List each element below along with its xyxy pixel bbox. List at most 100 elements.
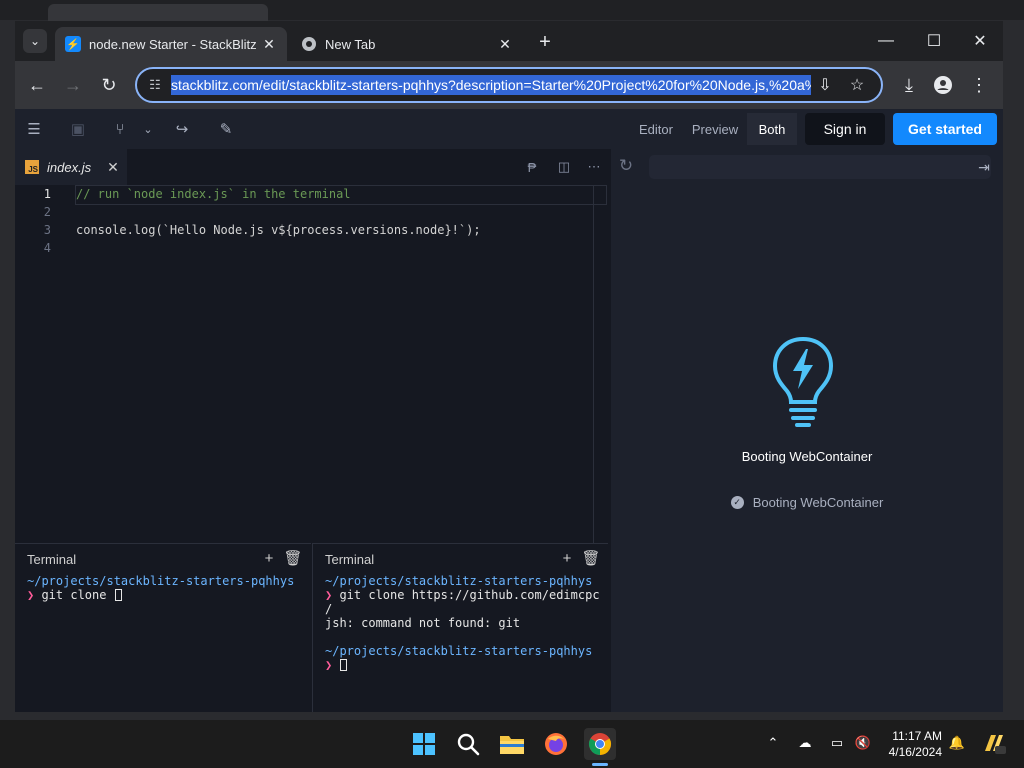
code-line[interactable]: 4 [15, 239, 608, 257]
download-icon[interactable]: ⤓ [895, 71, 923, 99]
preview-reload-icon[interactable]: ↻ [615, 155, 637, 177]
bookmark-star-icon[interactable]: ☆ [845, 73, 869, 97]
editor-scrollbar[interactable] [593, 185, 594, 543]
lightbulb-bolt-icon [771, 335, 835, 431]
cloud-offline-icon[interactable]: ☁ [794, 732, 816, 754]
prettier-icon[interactable]: ₱ [521, 157, 543, 177]
line-text: console.log(`Hello Node.js v${process.ve… [76, 223, 481, 237]
file-tab-label: index.js [47, 159, 92, 175]
edit-pencil-icon[interactable]: ✎ [213, 117, 239, 141]
terminal-command-line: ❯ git clone https://github.com/edimcpc [325, 588, 600, 602]
view-preview-button[interactable]: Preview [687, 113, 743, 145]
line-number: 2 [43, 205, 51, 219]
preview-url-bar[interactable] [649, 155, 991, 179]
prompt-arrow-icon: ❯ [325, 658, 340, 672]
share-icon[interactable]: ↪ [169, 117, 195, 141]
line-number: 1 [43, 187, 51, 201]
fork-icon[interactable]: ⑂ [107, 117, 133, 141]
firefox-icon[interactable] [540, 728, 572, 760]
close-file-icon[interactable]: ✕ [103, 159, 123, 176]
terminal-blank [325, 630, 600, 644]
chevron-down-icon[interactable]: ⌄ [135, 117, 161, 141]
back-button[interactable]: ← [23, 71, 51, 99]
file-explorer-icon[interactable] [496, 728, 528, 760]
view-both-button[interactable]: Both [747, 113, 797, 145]
network-icon[interactable]: ▭ [826, 732, 848, 754]
terminal-error: jsh: command not found: git [325, 616, 521, 630]
system-clock[interactable]: 11:17 AM 4/16/2024 [880, 728, 942, 760]
tab-search-button[interactable]: ⌄ [23, 29, 47, 53]
code-line[interactable]: 3 console.log(`Hello Node.js v${process.… [15, 221, 608, 239]
tab-new-tab[interactable]: New Tab ✕ [291, 27, 523, 61]
chrome-icon[interactable] [584, 728, 616, 760]
notification-bell-icon[interactable]: 🔔 [946, 732, 968, 754]
line-text [51, 239, 76, 257]
terminal-command: git clone [41, 588, 114, 602]
chrome-favicon-icon [301, 36, 317, 52]
tab-title: node.new Starter - StackBlitz [89, 36, 257, 52]
sign-in-button[interactable]: Sign in [805, 113, 885, 145]
code-lines[interactable]: 1 // run `node index.js` in the terminal… [15, 185, 608, 257]
reload-button[interactable]: ↻ [95, 71, 123, 99]
chrome-menu-icon[interactable]: ⋮ [965, 71, 993, 99]
volume-muted-icon[interactable]: 🔇 [852, 732, 874, 754]
line-text [51, 203, 76, 221]
terminal-output[interactable]: ~/projects/stackblitz-starters-pqhhys ❯ … [325, 574, 600, 672]
windows-start-icon[interactable] [408, 728, 440, 760]
close-window-button[interactable]: ✕ [957, 27, 1003, 55]
install-app-icon[interactable]: ⇩ [813, 73, 837, 97]
terminal-path: ~/projects/stackblitz-starters-pqhhys [325, 644, 593, 658]
background-window-tab[interactable] [48, 4, 268, 22]
more-actions-icon[interactable]: ⋯ [583, 157, 605, 177]
new-tab-button[interactable]: + [533, 31, 557, 53]
desktop: ⌄ ⚡ node.new Starter - StackBlitz ✕ New … [0, 0, 1024, 768]
close-tab-icon[interactable]: ✕ [259, 34, 279, 54]
terminal-title: Terminal [27, 552, 77, 567]
terminal-path: ~/projects/stackblitz-starters-pqhhys [27, 574, 295, 588]
search-icon[interactable] [452, 728, 484, 760]
active-app-indicator [592, 763, 608, 766]
clock-date: 4/16/2024 [888, 745, 942, 759]
site-info-icon[interactable]: ☷ [139, 69, 171, 101]
view-editor-button[interactable]: Editor [627, 113, 685, 145]
terminal-output[interactable]: ~/projects/stackblitz-starters-pqhhys ❯ … [27, 574, 294, 602]
maximize-button[interactable]: ☐ [911, 27, 957, 55]
check-circle-icon: ✓ [730, 496, 744, 509]
hamburger-menu-icon[interactable]: ☰ [21, 117, 47, 141]
preview-pane: ↻ ⇥ Booting WebContainer ✓ Booting WebCo… [611, 149, 1003, 712]
trash-icon[interactable]: 🗑 [581, 548, 601, 568]
prompt-arrow-icon: ❯ [27, 588, 42, 602]
booting-title: Booting WebContainer [741, 449, 873, 464]
stackblitz-header: ☰ ▣ ⑂ ⌄ ↪ ✎ Editor Preview Both Sign in … [15, 109, 1003, 149]
add-terminal-icon[interactable]: + [259, 548, 279, 568]
add-terminal-icon[interactable]: + [557, 548, 577, 568]
terminal-panel-2[interactable]: Terminal + 🗑 ~/projects/stackblitz-start… [312, 543, 608, 712]
tab-stackblitz[interactable]: ⚡ node.new Starter - StackBlitz ✕ [55, 27, 287, 61]
code-editor: JS index.js ✕ ₱ ◫ ⋯ 1 // run `node index… [15, 149, 608, 543]
collapse-preview-icon[interactable]: ⇥ [973, 157, 995, 177]
code-line[interactable]: 2 [15, 203, 608, 221]
booting-status: ✓ Booting WebContainer [611, 495, 1003, 510]
minimize-button[interactable]: — [863, 27, 909, 55]
terminal-title: Terminal [325, 552, 375, 567]
line-text: // run `node index.js` in the terminal [76, 187, 351, 201]
trash-icon[interactable]: 🗑 [283, 548, 303, 568]
split-editor-icon[interactable]: ◫ [553, 157, 575, 177]
terminal-panel-1[interactable]: Terminal + 🗑 ~/projects/stackblitz-start… [15, 543, 311, 712]
url-text[interactable]: stackblitz.com/edit/stackblitz-starters-… [171, 75, 811, 95]
close-tab-icon[interactable]: ✕ [495, 34, 515, 54]
file-tab-index-js[interactable]: JS index.js ✕ [15, 149, 127, 185]
terminal-command-line: ❯ [325, 658, 600, 672]
address-bar[interactable]: ☷ stackblitz.com/edit/stackblitz-starter… [135, 67, 883, 103]
forward-button[interactable]: → [59, 71, 87, 99]
profile-avatar-icon[interactable] [929, 71, 957, 99]
get-started-button[interactable]: Get started [893, 113, 997, 145]
save-icon[interactable]: ▣ [65, 117, 91, 141]
chevron-up-icon[interactable]: ⌃ [762, 732, 784, 754]
prompt-arrow-icon: ❯ [325, 588, 340, 602]
stackblitz-favicon-icon: ⚡ [65, 36, 81, 52]
copilot-icon[interactable] [980, 732, 1008, 754]
tab-strip: ⌄ ⚡ node.new Starter - StackBlitz ✕ New … [15, 21, 1003, 61]
code-line[interactable]: 1 // run `node index.js` in the terminal [15, 185, 608, 205]
line-number: 4 [43, 241, 51, 255]
